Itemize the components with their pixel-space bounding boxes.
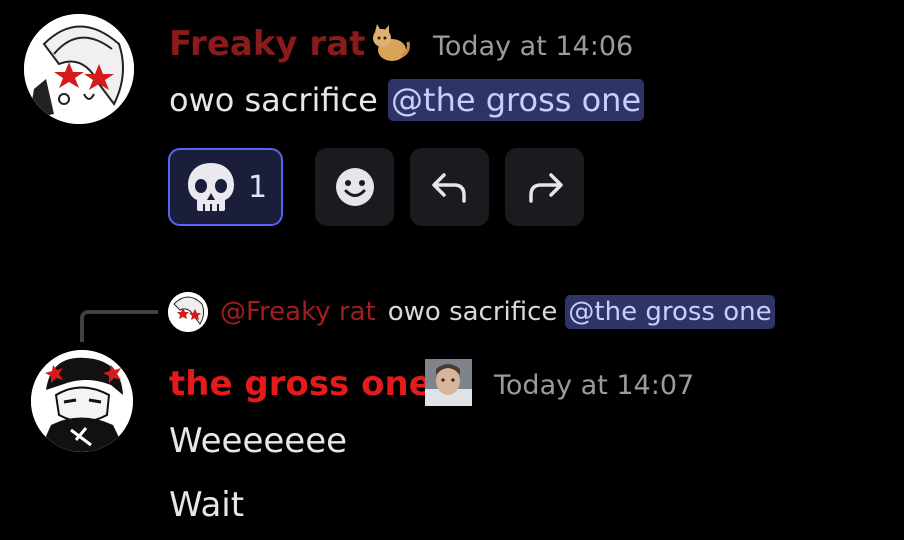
- reaction-skull[interactable]: 1: [168, 148, 283, 226]
- message-line: Weeeeeee: [169, 421, 348, 461]
- avatar[interactable]: [24, 14, 134, 124]
- forward-arrow-icon: [528, 173, 563, 203]
- avatar[interactable]: [31, 350, 133, 452]
- reply-button[interactable]: [410, 148, 489, 226]
- timestamp[interactable]: Today at 14:06: [433, 33, 633, 60]
- profile-photo-icon: [425, 359, 472, 406]
- reply-text: owo sacrifice: [387, 297, 558, 327]
- cat-emoji-icon: [368, 24, 412, 64]
- smiley-icon: [335, 168, 374, 206]
- reply-author[interactable]: @Freaky rat: [220, 297, 376, 327]
- forward-button[interactable]: [505, 148, 584, 226]
- reaction-count: 1: [248, 169, 268, 205]
- message-line: Wait: [169, 485, 245, 525]
- author-name[interactable]: Freaky rat: [169, 27, 365, 61]
- message-text: owo sacrifice: [169, 81, 378, 119]
- reply-avatar: [168, 292, 208, 332]
- author-name[interactable]: the gross one: [169, 367, 432, 401]
- skull-icon: [188, 163, 234, 211]
- message-content: owo sacrifice @the gross one: [169, 79, 645, 121]
- add-reaction-button[interactable]: [315, 148, 394, 226]
- user-mention[interactable]: @the gross one: [388, 79, 645, 121]
- reply-arrow-icon: [431, 173, 466, 203]
- reply-preview[interactable]: @Freaky rat owo sacrifice @the gross one: [168, 290, 775, 334]
- avatar-the-gross-one-icon: [31, 350, 133, 452]
- avatar-freaky-rat-icon: [168, 292, 208, 332]
- reply-mention[interactable]: @the gross one: [565, 295, 775, 329]
- reply-connector: [80, 310, 158, 342]
- avatar-freaky-rat-icon: [24, 14, 134, 124]
- timestamp[interactable]: Today at 14:07: [494, 372, 694, 399]
